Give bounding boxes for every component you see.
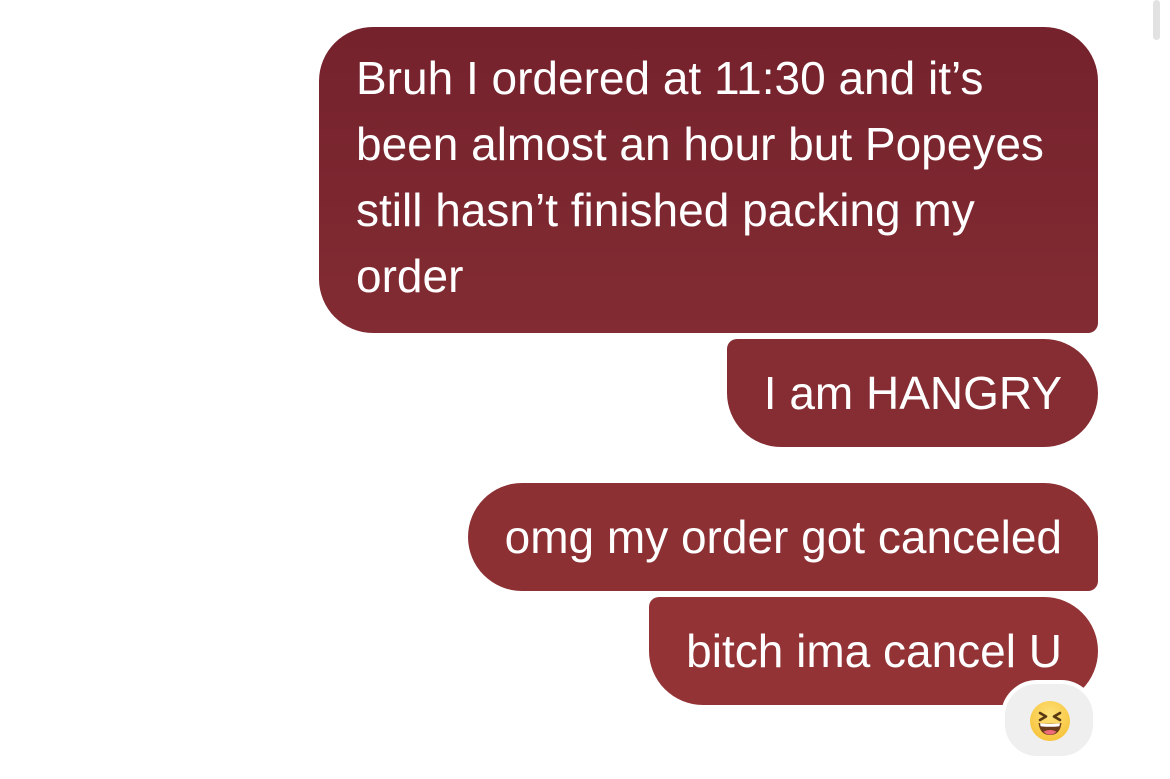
scrollbar[interactable] xyxy=(1153,0,1160,40)
message-text: I am HANGRY xyxy=(763,367,1062,419)
message-text: omg my order got canceled xyxy=(504,511,1062,563)
grinning-squinting-face-icon xyxy=(1030,701,1070,741)
message-text: bitch ima cancel U xyxy=(686,625,1062,677)
message-bubble[interactable]: Bruh I ordered at 11:30 and it’s been al… xyxy=(319,27,1098,333)
message-text: Bruh I ordered at 11:30 and it’s been al… xyxy=(356,52,1057,302)
message-bubble[interactable]: omg my order got canceled xyxy=(467,483,1098,591)
message-reaction[interactable] xyxy=(1001,680,1097,760)
message-bubble[interactable]: I am HANGRY xyxy=(726,339,1098,447)
